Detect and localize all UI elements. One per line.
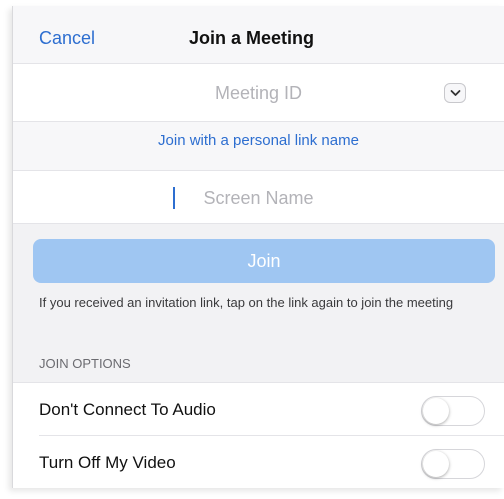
chevron-down-icon[interactable] xyxy=(444,83,466,103)
join-options-heading: JOIN OPTIONS xyxy=(39,356,131,371)
join-meeting-screen: Cancel Join a Meeting Meeting ID Join wi… xyxy=(12,6,504,488)
option-label: Don't Connect To Audio xyxy=(39,400,216,419)
text-cursor xyxy=(173,187,175,209)
screen-name-row: Screen Name xyxy=(13,170,504,224)
cancel-button[interactable]: Cancel xyxy=(39,28,95,49)
join-button[interactable]: Join xyxy=(33,239,495,283)
turn-off-video-toggle[interactable] xyxy=(421,449,485,479)
invitation-hint: If you received an invitation link, tap … xyxy=(39,295,454,310)
personal-link-area: Join with a personal link name xyxy=(13,122,504,170)
option-turn-off-video: Turn Off My Video xyxy=(13,436,504,488)
navigation-bar: Cancel Join a Meeting xyxy=(13,6,504,64)
join-with-personal-link-button[interactable]: Join with a personal link name xyxy=(13,132,504,149)
page-title: Join a Meeting xyxy=(189,28,315,48)
toggle-knob xyxy=(423,451,449,477)
meeting-id-input[interactable]: Meeting ID xyxy=(13,64,504,121)
meeting-id-row: Meeting ID xyxy=(13,64,504,122)
option-dont-connect-audio: Don't Connect To Audio xyxy=(13,382,504,436)
dont-connect-audio-toggle[interactable] xyxy=(421,396,485,426)
chevron-down-icon-glyph xyxy=(450,90,461,96)
toggle-knob xyxy=(423,398,449,424)
screen-name-input[interactable]: Screen Name xyxy=(13,171,504,223)
option-label: Turn Off My Video xyxy=(39,453,176,472)
